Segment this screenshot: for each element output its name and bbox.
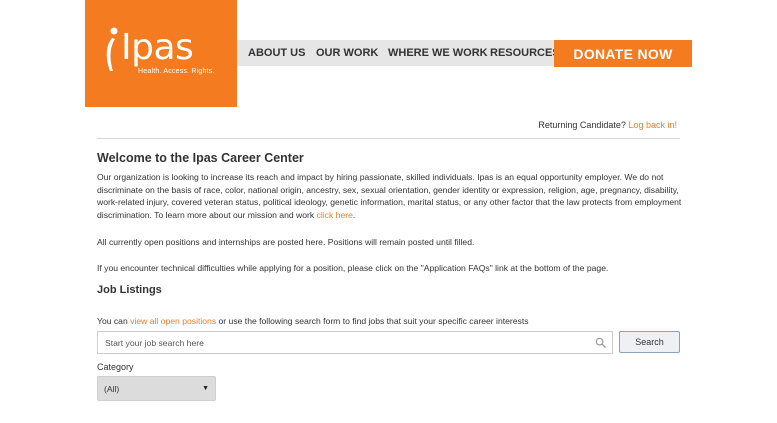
log-back-in-link[interactable]: Log back in! — [628, 120, 677, 130]
search-icon[interactable] — [595, 337, 606, 348]
search-instructions-prefix: You can — [97, 316, 128, 326]
technical-help-note: If you encounter technical difficulties … — [97, 263, 609, 273]
click-here-link[interactable]: click here — [317, 210, 353, 220]
page-title: Welcome to the Ipas Career Center — [97, 151, 304, 165]
intro-text: Our organization is looking to increase … — [97, 172, 682, 220]
job-search-input[interactable] — [98, 332, 588, 353]
donate-button[interactable]: DONATE NOW — [554, 40, 692, 67]
returning-candidate: Returning Candidate? Log back in! — [538, 120, 677, 130]
chevron-down-icon: ▼ — [202, 385, 209, 392]
view-all-positions-link[interactable]: view all open positions — [130, 316, 216, 326]
search-instructions: You can view all open positions or use t… — [97, 315, 529, 328]
intro-paragraph: Our organization is looking to increase … — [97, 171, 682, 221]
nav-our-work[interactable]: OUR WORK — [316, 47, 378, 59]
category-label: Category — [97, 362, 134, 372]
nav-about-us[interactable]: ABOUT US — [248, 47, 305, 59]
search-instructions-suffix: or use the following search form to find… — [218, 316, 529, 326]
intro-period: . — [352, 209, 356, 220]
open-positions-note: All currently open positions and interns… — [97, 237, 475, 247]
category-select[interactable]: (All) ▼ — [97, 376, 216, 401]
category-selected-value: (All) — [104, 384, 120, 394]
job-search-box — [97, 331, 613, 354]
job-listings-heading: Job Listings — [97, 284, 162, 296]
logo-wordmark: Ipas — [121, 27, 194, 68]
returning-candidate-label: Returning Candidate? — [538, 120, 626, 130]
logo-tagline: Health. Access. Rights. — [138, 68, 215, 75]
nav-where-we-work[interactable]: WHERE WE WORK — [388, 47, 488, 59]
divider — [97, 138, 680, 139]
nav-resources[interactable]: RESOURCES — [490, 47, 560, 59]
search-button[interactable]: Search — [619, 331, 680, 353]
main-nav: ABOUT US OUR WORK WHERE WE WORK RESOURCE… — [237, 40, 560, 66]
ipas-logo-icon — [106, 27, 118, 71]
